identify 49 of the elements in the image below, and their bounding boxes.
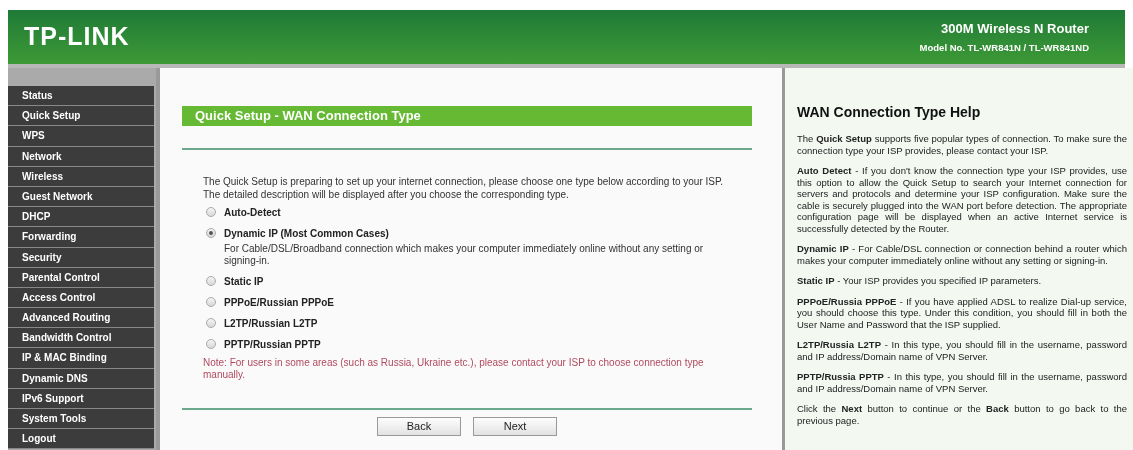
nav-button[interactable]: Next: [473, 417, 557, 436]
sidebar-item[interactable]: WPS: [8, 126, 154, 147]
radio-button[interactable]: [206, 228, 216, 238]
sidebar-item[interactable]: Wireless: [8, 166, 154, 187]
radio-button[interactable]: [206, 207, 216, 217]
radio-button[interactable]: [206, 297, 216, 307]
sidebar-item[interactable]: Access Control: [8, 287, 154, 309]
option-label[interactable]: PPTP/Russian PPTP: [224, 336, 321, 352]
option-label[interactable]: L2TP/Russian L2TP: [224, 315, 318, 331]
radio-button[interactable]: [206, 318, 216, 328]
nav-button[interactable]: Back: [377, 417, 461, 436]
help-paragraph: L2TP/Russia L2TP - In this type, you should fill in the username, password and IP address/Domain name of VPN Server.: [797, 339, 1127, 362]
intro-text: The detailed description will be displayed after you choose the corresponding type.: [203, 188, 570, 201]
option-description: For Cable/DSL/Broadband connection which makes your computer immediately online without any setting or signing-in.: [223, 243, 705, 267]
help-paragraph: Auto Detect - If you don't know the connection type your ISP provides, use this option to allow the Quick Setup to search your Internet connection for servers and protocols and determine your ISP configuration. Make sure the cable is securely plugged into the WAN port before detection. The appropriate configuration page will be displayed when an active Internet service is successfully detected by the Router.: [797, 165, 1127, 234]
help-paragraph: Dynamic IP - For Cable/DSL connection or connection behind a router which makes your computer immediately online without any setting or signing-in.: [797, 243, 1127, 266]
sidebar-item[interactable]: Dynamic DNS: [8, 368, 154, 389]
help-paragraph: PPTP/Russia PPTP - In this type, you should fill in the username, password and IP address/Domain name of VPN Server.: [797, 371, 1127, 394]
option-label[interactable]: Auto-Detect: [224, 204, 281, 220]
sidebar-item[interactable]: Guest Network: [8, 186, 154, 208]
sidebar-item[interactable]: Status: [8, 86, 154, 107]
sidebar-item[interactable]: System Tools: [8, 409, 154, 430]
sidebar-item[interactable]: Quick Setup: [8, 106, 154, 127]
logo: TP-LINK: [24, 21, 130, 53]
sidebar-item[interactable]: IPv6 Support: [8, 388, 154, 409]
option-label[interactable]: Dynamic IP (Most Common Cases): [224, 225, 389, 241]
sidebar-item[interactable]: Forwarding: [8, 227, 154, 248]
option-label[interactable]: Static IP: [224, 273, 264, 289]
help-title: WAN Connection Type Help: [797, 103, 982, 122]
option-label[interactable]: PPPoE/Russian PPPoE: [224, 294, 335, 310]
sidebar-item[interactable]: Logout: [8, 429, 154, 450]
intro-text: The Quick Setup is preparing to set up your internet connection, please choose one type below according to your ISP.: [203, 175, 725, 188]
radio-button[interactable]: [206, 339, 216, 349]
help-paragraph: Static IP - Your ISP provides you specified IP parameters.: [797, 275, 1043, 287]
sidebar-item[interactable]: Security: [8, 247, 154, 268]
sidebar-item[interactable]: Network: [8, 146, 154, 167]
sidebar-item[interactable]: Parental Control: [8, 267, 154, 288]
note-text: Note: For users in some areas (such as Russia, Ukraine etc.), please contact your ISP to choose connection type manually.: [202, 357, 705, 381]
help-paragraph: Click the Next button to continue or the Back button to go back to the previous page.: [797, 403, 1127, 426]
sidebar-item[interactable]: Bandwidth Control: [8, 328, 154, 349]
product-name: 300M Wireless N Router: [941, 19, 1089, 38]
sidebar-item[interactable]: IP & MAC Binding: [8, 348, 154, 369]
radio-button[interactable]: [206, 276, 216, 286]
help-paragraph: PPPoE/Russia PPPoE - If you have applied ADSL to realize Dial-up service, you should choose this type. Under this condition, you should fill in both the User Name and Password that the ISP supplied.: [797, 295, 1127, 330]
section-title: Quick Setup - WAN Connection Type: [182, 106, 752, 126]
sidebar-item[interactable]: DHCP: [8, 207, 154, 228]
sidebar-item[interactable]: Advanced Routing: [8, 308, 154, 329]
model-number: Model No. TL-WR841N / TL-WR841ND: [919, 41, 1089, 56]
help-paragraph: The Quick Setup supports five popular types of connection. To make sure the connection type your ISP provides, please contact your ISP.: [797, 133, 1127, 156]
